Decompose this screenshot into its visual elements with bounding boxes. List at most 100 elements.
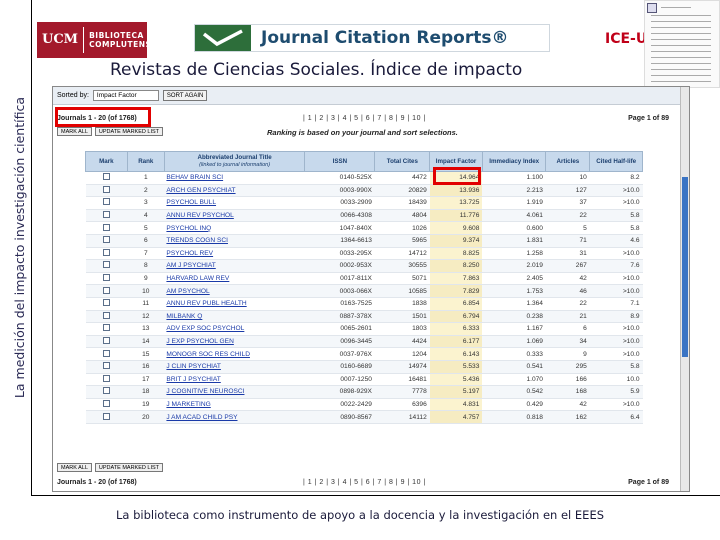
mark-checkbox[interactable] xyxy=(102,261,110,269)
mark-checkbox[interactable] xyxy=(102,286,110,294)
rank-cell: 16 xyxy=(127,360,165,374)
rank-cell: 13 xyxy=(127,322,165,336)
journal-title-link[interactable]: BEHAV BRAIN SCI xyxy=(164,171,305,185)
articles-cell: 34 xyxy=(545,335,590,349)
col-title[interactable]: Abbreviated Journal Title (linked to jour… xyxy=(163,151,306,172)
mark-checkbox[interactable] xyxy=(102,362,110,370)
journal-title-link[interactable]: ADV EXP SOC PSYCHOL xyxy=(164,322,305,336)
journal-title-link[interactable]: BRIT J PSYCHIAT xyxy=(164,373,305,387)
journal-title-link[interactable]: J EXP PSYCHOL GEN xyxy=(164,335,305,349)
articles-cell: 31 xyxy=(545,247,590,261)
mark-checkbox[interactable] xyxy=(102,223,110,231)
impact-factor-cell: 9.374 xyxy=(429,234,483,248)
cited-half-life-cell: 8.2 xyxy=(589,171,643,185)
articles-cell: 42 xyxy=(545,272,590,286)
table-header-row: Mark Rank Abbreviated Journal Title (link… xyxy=(85,151,643,172)
col-total-cites[interactable]: Total Cites xyxy=(374,151,431,172)
mark-cell xyxy=(85,373,128,387)
total-cites-cell: 10585 xyxy=(374,284,430,298)
mark-checkbox[interactable] xyxy=(102,173,110,181)
journal-title-link[interactable]: HARVARD LAW REV xyxy=(164,272,305,286)
mark-checkbox[interactable] xyxy=(102,324,110,332)
rank-cell: 11 xyxy=(127,297,165,311)
mark-checkbox[interactable] xyxy=(102,337,110,345)
journal-title-link[interactable]: J MARKETING xyxy=(164,398,305,412)
journal-title-link[interactable]: PSYCHOL BULL xyxy=(164,196,305,210)
impact-factor-cell: 7.829 xyxy=(429,284,483,298)
col-immediacy-index[interactable]: Immediacy Index xyxy=(481,151,547,172)
total-cites-cell: 20829 xyxy=(374,184,430,198)
mark-checkbox[interactable] xyxy=(102,374,110,382)
mark-cell xyxy=(85,297,128,311)
journal-title-link[interactable]: J COGNITIVE NEUROSCI xyxy=(164,385,305,399)
total-cites-cell: 30555 xyxy=(374,259,430,273)
jcr-banner: Journal Citation Reports® xyxy=(194,24,550,52)
journal-title-link[interactable]: ANNU REV PSYCHOL xyxy=(164,209,305,223)
update-marked-list-button-bottom[interactable]: UPDATE MARKED LIST xyxy=(94,463,164,472)
journal-title-link[interactable]: J CLIN PSYCHIAT xyxy=(164,360,305,374)
journal-title-link[interactable]: MILBANK Q xyxy=(164,310,305,324)
journal-title-link[interactable]: AM PSYCHOL xyxy=(164,284,305,298)
mark-all-button-bottom[interactable]: MARK ALL xyxy=(57,463,92,472)
immediacy-index-cell: 2.019 xyxy=(482,259,546,273)
mark-checkbox[interactable] xyxy=(102,211,110,219)
impact-factor-cell: 6.333 xyxy=(429,322,483,336)
impact-factor-cell: 4.757 xyxy=(429,410,483,424)
vertical-scrollbar[interactable] xyxy=(680,87,689,491)
page-links-bottom[interactable]: | 1 | 2 | 3 | 4 | 5 | 6 | 7 | 8 | 9 | 10… xyxy=(303,479,426,486)
mark-checkbox[interactable] xyxy=(102,399,110,407)
mark-checkbox[interactable] xyxy=(102,198,110,206)
mark-checkbox[interactable] xyxy=(102,236,110,244)
journal-title-link[interactable]: PSYCHOL INQ xyxy=(164,221,305,235)
journal-title-link[interactable]: ARCH GEN PSYCHIAT xyxy=(164,184,305,198)
impact-factor-cell: 9.608 xyxy=(429,221,483,235)
issn-cell: 0002-953X xyxy=(304,259,375,273)
table-row: 2 ARCH GEN PSYCHIAT 0003-990X 20829 13.936 2.… xyxy=(85,184,643,198)
articles-cell: 21 xyxy=(545,310,590,324)
mark-checkbox[interactable] xyxy=(102,185,110,193)
mark-checkbox[interactable] xyxy=(102,387,110,395)
col-mark[interactable]: Mark xyxy=(85,151,128,172)
logo-line-1: BIBLIOTECA xyxy=(89,31,144,40)
table-row: 16 J CLIN PSYCHIAT 0160-6689 14974 5.533 0.54… xyxy=(85,360,643,374)
journal-title-link[interactable]: PSYCHOL REV xyxy=(164,247,305,261)
table-row: 4 ANNU REV PSYCHOL 0066-4308 4804 11.776 4.06… xyxy=(85,209,643,223)
journal-title-link[interactable]: AM J PSYCHIAT xyxy=(164,259,305,273)
mark-checkbox[interactable] xyxy=(102,412,110,420)
rank-cell: 12 xyxy=(127,310,165,324)
immediacy-index-cell: 0.429 xyxy=(482,398,546,412)
page-links[interactable]: | 1 | 2 | 3 | 4 | 5 | 6 | 7 | 8 | 9 | 10… xyxy=(303,115,426,122)
journal-title-link[interactable]: MONOGR SOC RES CHILD xyxy=(164,347,305,361)
sort-again-button[interactable]: SORT AGAIN xyxy=(162,90,208,101)
mark-cell xyxy=(85,335,128,349)
issn-cell: 0890-8567 xyxy=(304,410,375,424)
journal-title-link[interactable]: ANNU REV PUBL HEALTH xyxy=(164,297,305,311)
mark-checkbox[interactable] xyxy=(102,274,110,282)
cited-half-life-cell: >10.0 xyxy=(589,398,643,412)
impact-factor-cell: 5.436 xyxy=(429,373,483,387)
rank-cell: 17 xyxy=(127,373,165,387)
update-marked-list-button[interactable]: UPDATE MARKED LIST xyxy=(94,127,164,136)
col-rank[interactable]: Rank xyxy=(126,151,165,172)
mark-checkbox[interactable] xyxy=(102,311,110,319)
mark-checkbox[interactable] xyxy=(102,349,110,357)
mark-checkbox[interactable] xyxy=(102,248,110,256)
scrollbar-thumb[interactable] xyxy=(682,177,688,357)
issn-cell: 0003-990X xyxy=(304,184,375,198)
mark-all-button[interactable]: MARK ALL xyxy=(57,127,92,136)
cited-half-life-cell: 5.8 xyxy=(589,209,643,223)
col-cited-half-life[interactable]: Cited Half-life xyxy=(589,151,643,172)
col-issn[interactable]: ISSN xyxy=(304,151,376,172)
sort-select[interactable]: Impact Factor xyxy=(92,90,159,101)
cited-half-life-cell: 4.6 xyxy=(589,234,643,248)
issn-cell: 0022-2429 xyxy=(304,398,375,412)
col-articles[interactable]: Articles xyxy=(545,151,591,172)
journal-title-link[interactable]: TRENDS COGN SCI xyxy=(164,234,305,248)
journal-title-link[interactable]: J AM ACAD CHILD PSY xyxy=(164,410,305,424)
col-title-label: Abbreviated Journal Title xyxy=(197,154,272,161)
mark-cell xyxy=(85,221,128,235)
articles-cell: 22 xyxy=(545,209,590,223)
frame-bottom-rule xyxy=(31,495,720,496)
vertical-title-text: La medición del impacto investigación ci… xyxy=(11,97,27,399)
mark-checkbox[interactable] xyxy=(102,299,110,307)
